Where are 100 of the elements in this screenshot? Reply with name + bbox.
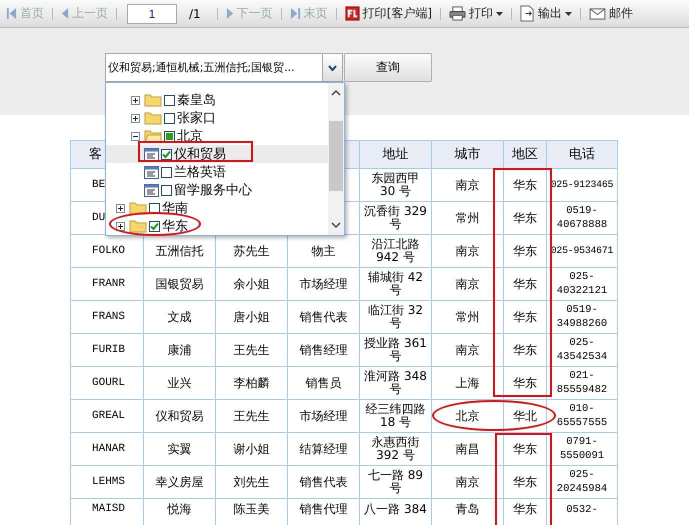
table-cell: 销售员 <box>288 366 360 400</box>
table-cell: 常州 <box>432 202 504 234</box>
table-cell: LEHMS <box>70 466 144 498</box>
table-cell: 唐小姐 <box>216 300 288 334</box>
table-cell: 七一路 89 号 <box>360 466 432 498</box>
checkbox[interactable] <box>161 148 172 160</box>
table-cell: 东园西甲 30 号 <box>360 168 432 202</box>
table-cell: 华东 <box>504 268 546 300</box>
document-icon <box>344 6 360 21</box>
table-cell: 淮河路 348 号 <box>360 366 432 400</box>
list-item-icon <box>144 148 159 160</box>
table-cell: HANAR <box>70 432 144 466</box>
checkbox[interactable] <box>161 184 172 196</box>
table-cell: 0519-34988260 <box>546 300 618 334</box>
dropdown-button[interactable] <box>323 53 343 82</box>
checkbox[interactable] <box>164 112 175 124</box>
table-cell: 销售经理 <box>288 334 360 366</box>
table-cell: 025-40322121 <box>546 268 618 300</box>
table-cell: 五洲信托 <box>144 234 216 268</box>
table-cell: 文成 <box>144 300 216 334</box>
checkbox[interactable] <box>149 220 160 232</box>
tree-item[interactable]: 秦皇岛 <box>106 91 330 109</box>
table-cell: 华北 <box>504 400 546 432</box>
table-cell: 上海 <box>432 366 504 400</box>
table-cell: FOLKO <box>70 234 144 268</box>
table-cell: 王先生 <box>216 400 288 432</box>
table-cell: 025-9534671 <box>546 234 618 268</box>
export-document-icon <box>520 5 536 22</box>
checkbox[interactable] <box>149 202 160 214</box>
printer-icon <box>449 6 466 21</box>
previous-icon <box>61 7 69 20</box>
table-cell: 经三纬四路 18 号 <box>360 400 432 432</box>
table-cell: 余小姐 <box>216 268 288 300</box>
toolbar-button[interactable]: 打印 <box>447 3 506 24</box>
table-cell: FRANR <box>70 268 144 300</box>
first-page-icon <box>6 7 17 20</box>
expand-icon[interactable] <box>116 222 125 230</box>
toolbar-button[interactable]: 输出 <box>518 3 574 24</box>
toolbar-button[interactable]: 打印[客户端] <box>342 3 434 24</box>
table-cell: 北京 <box>432 400 504 432</box>
table-cell: 025-20245984 <box>546 466 618 498</box>
table-cell: 苏先生 <box>216 234 288 268</box>
table-cell: 永惠西街 392 号 <box>360 432 432 466</box>
table-cell: 华东 <box>504 432 546 466</box>
table-cell: 南京 <box>432 168 504 202</box>
table-cell: 南京 <box>432 268 504 300</box>
table-cell: 南京 <box>432 466 504 498</box>
table-cell: MAISD <box>70 498 144 525</box>
expand-icon[interactable] <box>131 114 140 122</box>
table-cell: 华东 <box>504 334 546 366</box>
scrollbar[interactable] <box>328 83 344 235</box>
table-cell: 021-85559482 <box>546 366 618 400</box>
page-number-field[interactable]: 1 <box>127 4 177 24</box>
table-cell: 王先生 <box>216 334 288 366</box>
last-page-icon <box>290 7 301 20</box>
table-cell: 沿江北路 942 号 <box>360 234 432 268</box>
checkbox[interactable] <box>161 166 172 178</box>
next-icon <box>226 7 234 20</box>
caret-icon <box>328 64 337 70</box>
table-cell: 华东 <box>504 366 546 400</box>
table-cell: FURIB <box>70 334 144 366</box>
column-header: 电话 <box>546 140 618 168</box>
scroll-down-icon[interactable] <box>331 221 341 229</box>
table-cell: 结算经理 <box>288 432 360 466</box>
table-cell: 常州 <box>432 300 504 334</box>
table-cell: 南昌 <box>432 432 504 466</box>
table-cell: 华东 <box>504 168 546 202</box>
table-cell: 李柏麟 <box>216 366 288 400</box>
table-cell: 市场经理 <box>288 268 360 300</box>
table-cell: 销售代表 <box>288 300 360 334</box>
scroll-up-icon[interactable] <box>331 89 341 97</box>
table-cell: 辅城街 42 号 <box>360 268 432 300</box>
table-cell: 025-43542534 <box>546 334 618 366</box>
column-header: 城市 <box>432 140 504 168</box>
collapse-icon[interactable] <box>131 132 140 140</box>
list-item-icon <box>144 166 159 178</box>
table-cell: 幸义房屋 <box>144 466 216 498</box>
tree-item[interactable]: 张家口 <box>106 109 330 127</box>
table-cell: 0519-40678888 <box>546 202 618 234</box>
expand-icon[interactable] <box>116 204 125 212</box>
table-cell: GOURL <box>70 366 144 400</box>
table-cell: 南京 <box>432 234 504 268</box>
table-cell: 010-65557555 <box>546 400 618 432</box>
envelope-icon <box>589 8 606 20</box>
table-cell: 仪和贸易 <box>144 400 216 432</box>
checkbox[interactable] <box>164 94 175 106</box>
table-cell: 市场经理 <box>288 400 360 432</box>
query-button[interactable]: 查询 <box>344 53 432 82</box>
table-cell: 业兴 <box>144 366 216 400</box>
folder-icon <box>129 219 147 233</box>
table-cell: 华东 <box>504 300 546 334</box>
table-cell: 南京 <box>432 334 504 366</box>
expand-icon[interactable] <box>131 96 140 104</box>
table-cell: 实翼 <box>144 432 216 466</box>
folder-icon <box>129 201 147 215</box>
company-select-field[interactable]: 仪和贸易;通恒机械;五洲信托;国银贸... <box>105 53 323 82</box>
tree-item[interactable]: 仪和贸易 <box>106 145 330 163</box>
folder-icon <box>144 129 162 143</box>
table-cell: 物主 <box>288 234 360 268</box>
toolbar-button[interactable]: 邮件 <box>587 3 636 24</box>
